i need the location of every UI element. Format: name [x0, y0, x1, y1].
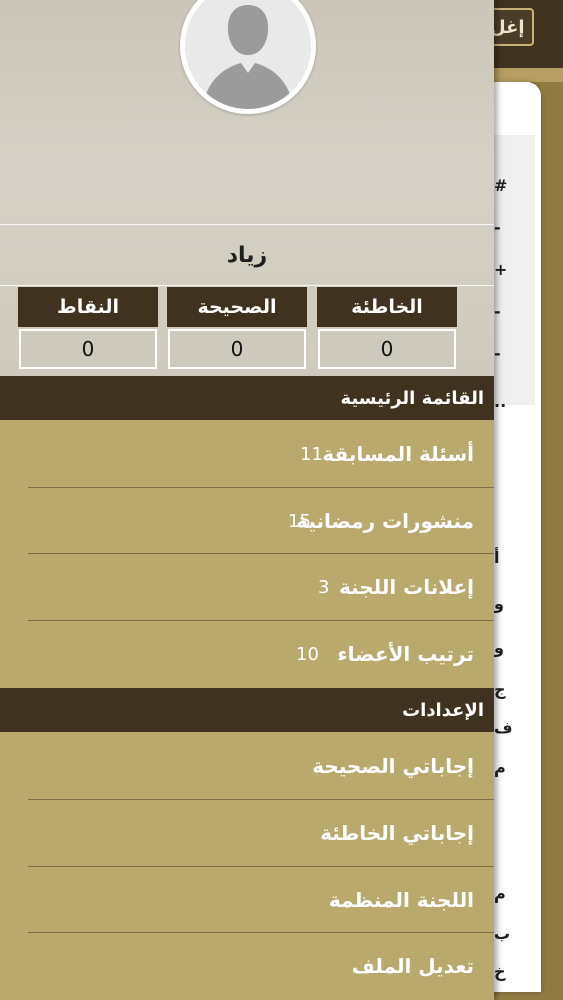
background-text: .. — [494, 392, 507, 411]
menu-item-count: 15 — [288, 510, 311, 532]
background-text: - — [494, 344, 501, 363]
background-text: - — [494, 302, 501, 321]
background-text: أ — [494, 548, 500, 567]
background-text: خ — [494, 962, 506, 981]
menu-item-my-wrong-answers[interactable]: إجاباتي الخاطئة — [0, 800, 494, 866]
stat-correct-label: الصحيحة — [167, 287, 307, 327]
background-text: ب — [494, 924, 511, 943]
background-text: ف — [494, 718, 513, 737]
menu-item-label: أسئلة المسابقة — [322, 442, 474, 466]
stat-points-label: النقاط — [18, 287, 158, 327]
menu-item-count: 10 — [296, 643, 319, 665]
background-text: و — [494, 594, 504, 613]
background-text: - — [494, 218, 501, 237]
avatar-icon[interactable] — [180, 0, 316, 114]
menu-item-label: اللجنة المنظمة — [328, 888, 474, 912]
menu-item-label: إجاباتي الخاطئة — [320, 821, 474, 845]
menu-item-committee-announcements[interactable]: 3 إعلانات اللجنة — [0, 554, 494, 620]
background-text: + — [494, 260, 508, 279]
navigation-drawer: زياد النقاط الصحيحة الخاطئة 0 0 0 القائم… — [0, 0, 494, 1000]
menu-item-count: 3 — [318, 576, 330, 598]
user-name: زياد — [0, 224, 494, 286]
menu-item-label: إعلانات اللجنة — [338, 575, 474, 599]
menu-item-quiz-questions[interactable]: 11 أسئلة المسابقة — [0, 421, 494, 487]
background-text: م — [494, 884, 506, 903]
background-text: ج — [494, 680, 506, 699]
settings-header: الإعدادات — [0, 688, 494, 732]
stat-wrong-value: 0 — [318, 329, 456, 369]
menu-item-members-ranking[interactable]: 10 ترتيب الأعضاء — [0, 621, 494, 687]
menu-item-my-correct-answers[interactable]: إجاباتي الصحيحة — [0, 733, 494, 799]
background-text: و — [494, 638, 504, 657]
stat-wrong-label: الخاطئة — [317, 287, 457, 327]
main-menu-header: القائمة الرئيسية — [0, 376, 494, 420]
stat-correct-value: 0 — [168, 329, 306, 369]
menu-item-count: 11 — [300, 443, 323, 465]
menu-item-label: تعديل الملف — [351, 954, 474, 978]
background-text: # — [494, 176, 508, 195]
stat-points-value: 0 — [19, 329, 157, 369]
menu-item-ramadan-posts[interactable]: 15 منشورات رمضانية — [0, 488, 494, 554]
menu-item-label: منشورات رمضانية — [296, 509, 474, 533]
profile-header: زياد النقاط الصحيحة الخاطئة 0 0 0 — [0, 0, 494, 376]
background-text: م — [494, 758, 506, 777]
menu-item-label: ترتيب الأعضاء — [337, 642, 474, 666]
menu-item-organizing-committee[interactable]: اللجنة المنظمة — [0, 867, 494, 933]
menu-item-label: إجاباتي الصحيحة — [312, 754, 474, 778]
menu-item-edit-profile[interactable]: تعديل الملف — [0, 933, 494, 999]
